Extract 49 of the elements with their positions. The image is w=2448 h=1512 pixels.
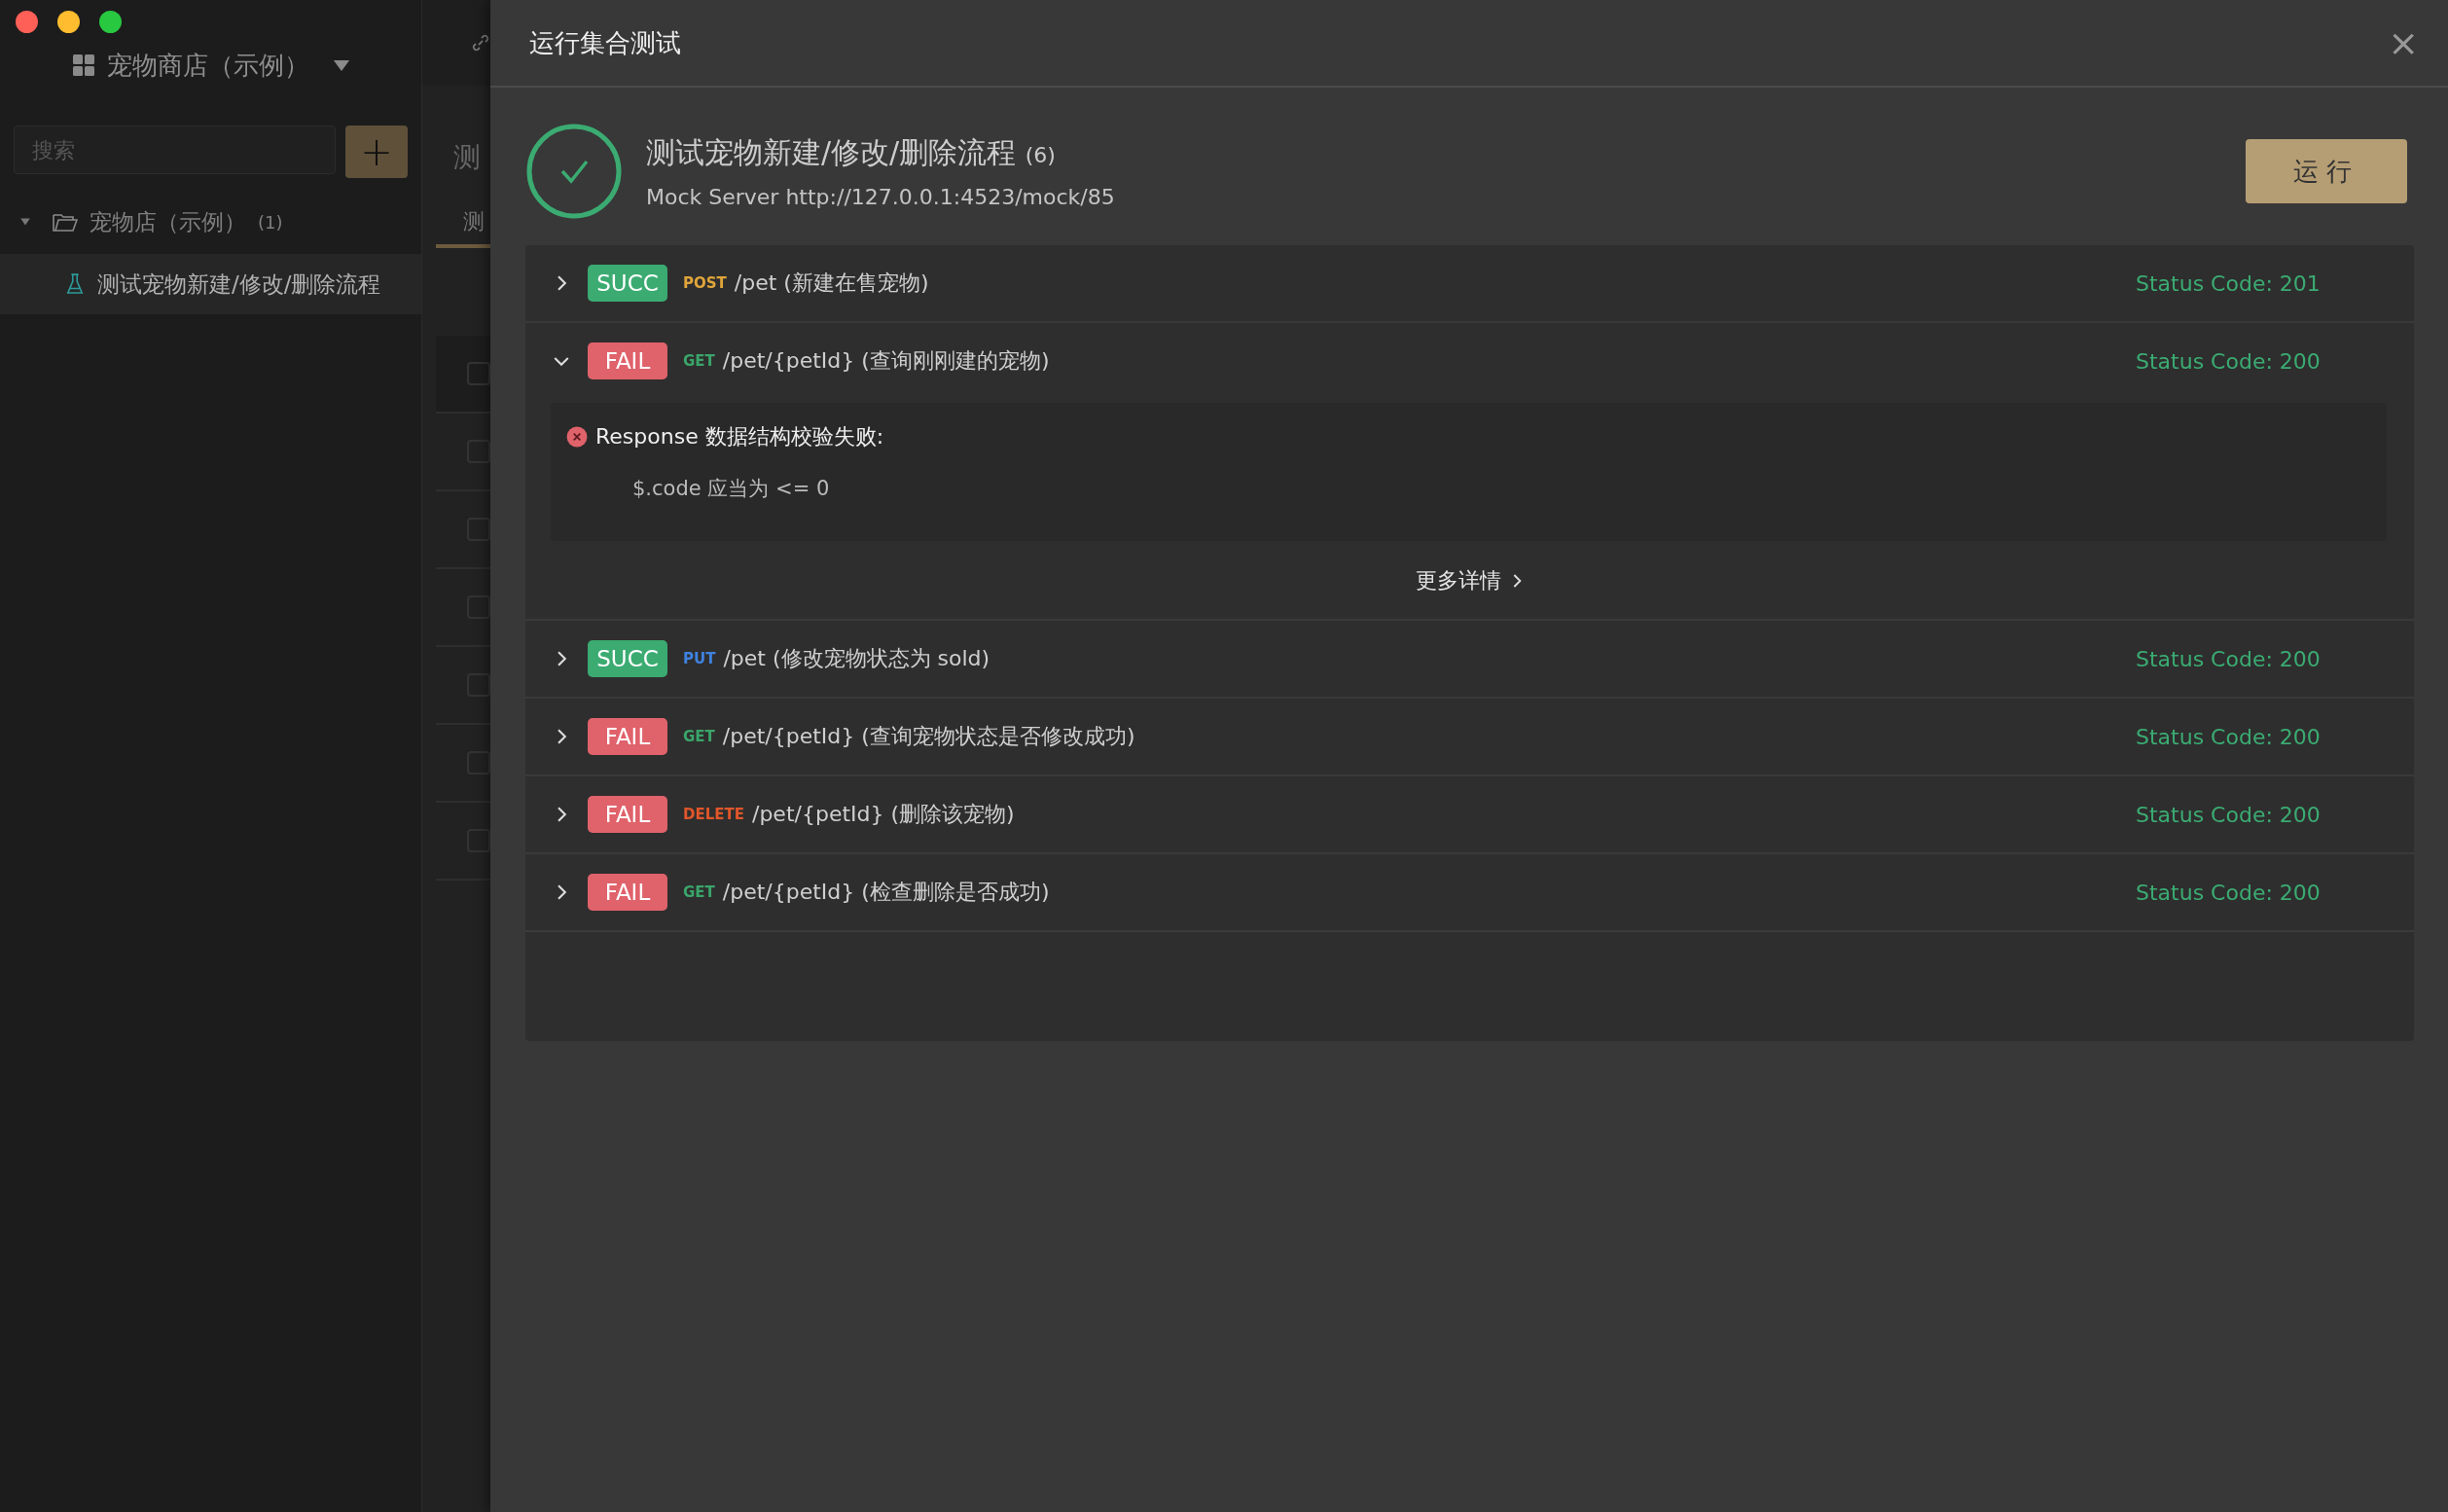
- project-name[interactable]: 宠物商店（示例）: [106, 48, 309, 83]
- result-badge: FAIL: [588, 796, 667, 833]
- folder-label[interactable]: 宠物店（示例）: [90, 206, 246, 237]
- link-icon[interactable]: [471, 33, 490, 53]
- dialog-title: 运行集合测试: [529, 26, 681, 59]
- result-badge: FAIL: [588, 874, 667, 911]
- endpoint-path[interactable]: /pet (修改宠物状态为 sold): [723, 644, 2136, 673]
- test-suite-item[interactable]: 测试宠物新建/修改/删除流程: [0, 254, 421, 314]
- suite-name: 测试宠物新建/修改/删除流程: [646, 135, 1017, 169]
- http-method: GET: [683, 728, 715, 745]
- minimize-window-icon[interactable]: [57, 11, 80, 33]
- result-badge: FAIL: [588, 342, 667, 379]
- run-button[interactable]: 运行: [2246, 139, 2407, 203]
- more-details-link[interactable]: 更多详情: [1415, 566, 1525, 595]
- result-badge: FAIL: [588, 718, 667, 755]
- status-code: Status Code: 200: [2136, 348, 2322, 374]
- http-method: POST: [683, 274, 727, 292]
- http-method: GET: [683, 352, 715, 370]
- status-code: Status Code: 201: [2136, 270, 2322, 296]
- result-badge: SUCC: [588, 265, 667, 302]
- close-window-icon[interactable]: [16, 11, 38, 33]
- error-title: Response 数据结构校验失败:: [595, 423, 884, 450]
- dropdown-caret-icon[interactable]: [332, 58, 350, 72]
- error-message: $.code 应当为 <= 0: [632, 476, 831, 502]
- result-badge: SUCC: [588, 640, 667, 677]
- status-code: Status Code: 200: [2136, 646, 2322, 671]
- status-code: Status Code: 200: [2136, 802, 2322, 827]
- close-button[interactable]: ×: [2382, 24, 2425, 61]
- endpoint-path[interactable]: /pet/{petId} (查询宠物状态是否修改成功): [722, 722, 2136, 751]
- item-count: (1): [258, 211, 283, 233]
- flask-icon: [66, 273, 84, 295]
- endpoint-path[interactable]: /pet (新建在售宠物): [734, 269, 2136, 298]
- endpoint-path[interactable]: /pet/{petId} (删除该宠物): [752, 800, 2136, 829]
- status-code: Status Code: 200: [2136, 880, 2322, 905]
- http-method: PUT: [683, 650, 716, 667]
- folder-icon: [53, 212, 78, 232]
- status-code: Status Code: 200: [2136, 724, 2322, 749]
- http-method: GET: [683, 883, 715, 901]
- check-circle-icon: [525, 123, 623, 220]
- zoom-window-icon[interactable]: [99, 11, 122, 33]
- http-method: DELETE: [683, 806, 744, 823]
- error-icon: [566, 426, 588, 448]
- endpoint-path[interactable]: /pet/{petId} (检查删除是否成功): [722, 878, 2136, 907]
- caret-icon[interactable]: [19, 216, 31, 228]
- page-heading: 测: [452, 140, 482, 175]
- case-count: (6): [1025, 143, 1056, 167]
- server-url: Mock Server http://127.0.0.1:4523/mock/85: [646, 185, 1116, 209]
- endpoint-path[interactable]: /pet/{petId} (查询刚刚建的宠物): [722, 346, 2136, 376]
- grid-icon: [71, 54, 95, 77]
